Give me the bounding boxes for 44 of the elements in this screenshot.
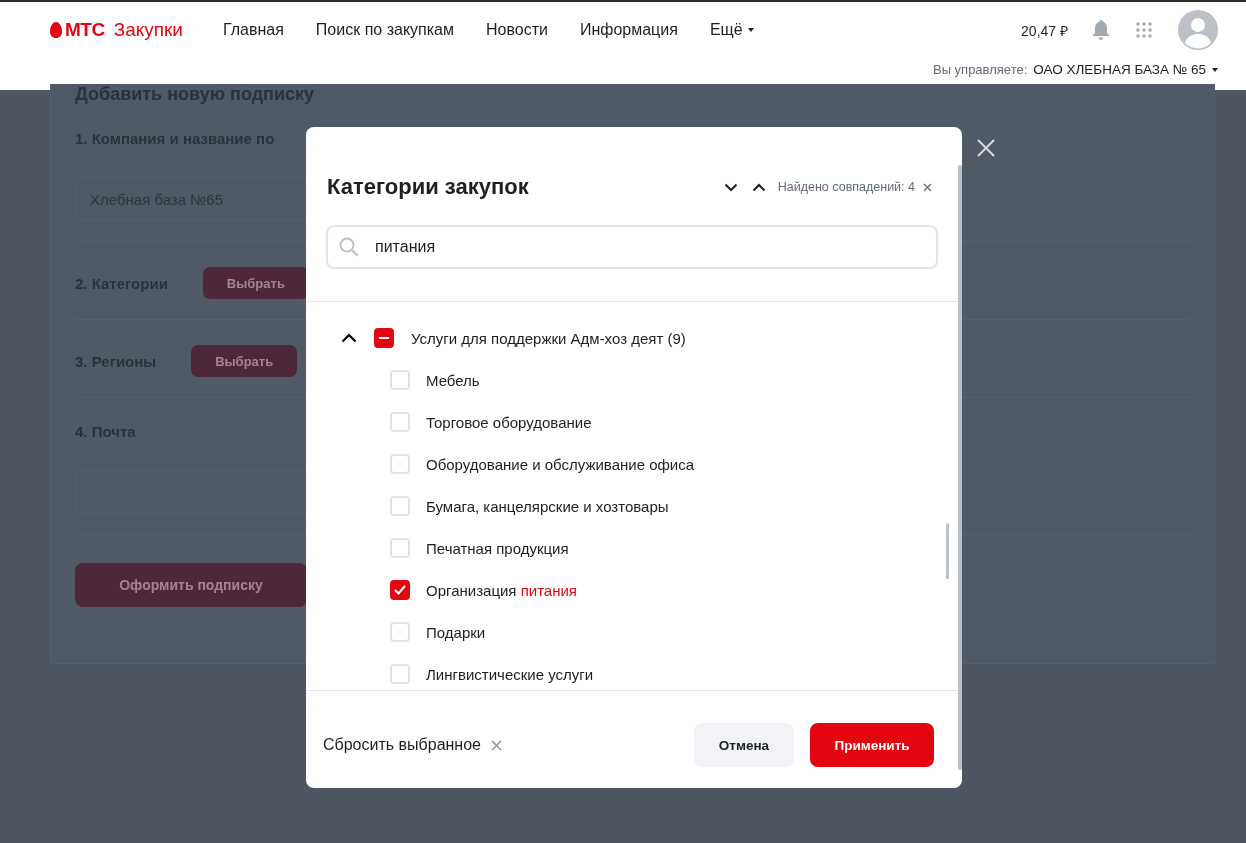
logo-egg-icon [50,22,62,38]
balance: 20,47 ₽ [1021,21,1068,40]
close-icon[interactable] [923,182,932,192]
check-icon [393,584,407,596]
caret-icon [1212,67,1218,72]
category-label: Оборудование и обслуживание офиса [426,455,695,473]
search-field[interactable]: питания [326,225,938,269]
category-label: Мебель [426,371,480,389]
subscribe-button[interactable]: Оформить подписку [75,563,307,607]
cancel-button[interactable]: Отмена [694,723,794,767]
choose-button[interactable]: Выбрать [191,345,298,377]
checkbox[interactable] [390,580,410,600]
category-label: Бумага, канцелярские и хозтовары [426,497,669,515]
apps-grid-icon[interactable] [1136,22,1152,38]
logo-text[interactable]: МТС [65,19,105,41]
avatar-icon[interactable] [1178,10,1218,50]
nav-link[interactable]: Новости [486,21,548,39]
category-label: Организация питания [426,581,577,599]
match-count: Найдено совпадений: 4 [777,180,915,194]
category-label: Лингвистические услуги [426,665,594,683]
close-icon [491,739,502,751]
category-label: Подарки [426,623,486,641]
nav-link[interactable]: Ещё [709,21,754,39]
bell-icon[interactable] [1092,20,1110,40]
choose-button[interactable]: Выбрать [202,267,309,299]
chevron-up-icon[interactable] [341,333,357,343]
category-label: Услуги для поддержки Адм-хоз деят (9) [411,329,686,347]
chevron-up-icon[interactable] [751,182,766,192]
chevron-down-icon[interactable] [723,182,738,192]
dialog-title: Категории закупок [327,174,529,200]
product-name[interactable]: Закупки [113,19,183,41]
checkbox[interactable] [374,328,394,348]
nav-link[interactable]: Информация [579,21,678,39]
scrollbar[interactable] [958,165,962,770]
scrollbar[interactable] [946,523,949,579]
company-dropdown[interactable]: ОАО ХЛЕБНАЯ БАЗА № 65 [1033,62,1218,77]
reset-selection-button[interactable]: Сбросить выбранное [323,736,502,754]
manage-label: Вы управляете: [932,62,1028,77]
category-label: Торговое оборудование [426,413,592,431]
nav-link[interactable]: Поиск по закупкам [315,21,454,39]
search-icon [339,237,359,257]
apply-button[interactable]: Применить [810,723,934,767]
category-label: Печатная продукция [426,539,569,557]
nav-link[interactable]: Главная [222,21,284,39]
